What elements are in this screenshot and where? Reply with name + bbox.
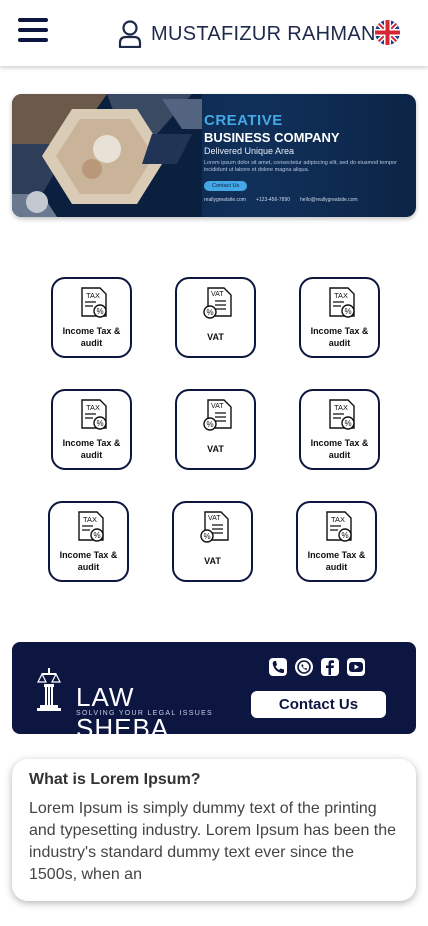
tax-document-icon: TAX % [329, 399, 355, 430]
svg-text:VAT: VAT [208, 515, 221, 522]
uk-flag-icon[interactable] [375, 20, 400, 45]
svg-text:%: % [207, 308, 214, 317]
banner-tagline: Delivered Unique Area [204, 146, 295, 156]
tax-document-icon: TAX % [81, 287, 107, 318]
vat-document-icon: VAT % [200, 511, 229, 543]
service-card[interactable]: VAT % VAT [172, 501, 253, 582]
svg-text:TAX: TAX [334, 403, 348, 412]
tax-document-icon: TAX % [81, 399, 107, 430]
svg-text:%: % [97, 307, 104, 316]
svg-text:TAX: TAX [331, 515, 345, 524]
svg-text:%: % [342, 531, 349, 540]
contact-us-button[interactable]: Contact Us [251, 691, 386, 718]
menu-bar [18, 28, 48, 32]
banner-email: hello@reallygreatsite.com [300, 197, 358, 203]
facebook-icon[interactable] [321, 658, 339, 676]
svg-text:VAT: VAT [211, 291, 224, 298]
tax-document-icon: TAX % [78, 511, 104, 542]
whatsapp-icon[interactable] [295, 658, 313, 676]
service-label: VAT [207, 444, 224, 454]
youtube-icon[interactable] [347, 658, 365, 676]
brand-strip: LAW SHEBA SOLVING YOUR LEGAL ISSUES Cont… [12, 642, 416, 743]
phone-icon[interactable] [269, 658, 287, 676]
service-label: VAT [204, 556, 221, 566]
svg-text:TAX: TAX [334, 291, 348, 300]
service-label: Income Tax & audit [59, 550, 118, 572]
banner-title: CREATIVE [204, 112, 283, 129]
svg-text:%: % [204, 532, 211, 541]
service-card[interactable]: TAX % Income Tax & audit [299, 389, 380, 470]
social-links [269, 658, 365, 676]
service-label: Income Tax & audit [310, 326, 369, 348]
user-name: MUSTAFIZUR RAHMAN [151, 22, 376, 45]
service-card[interactable]: TAX % Income Tax & audit [299, 277, 380, 358]
banner-phone: +123-456-7890 [255, 197, 291, 203]
service-card[interactable]: VAT % VAT [175, 277, 256, 358]
service-label: Income Tax & audit [62, 326, 121, 348]
service-card[interactable]: VAT % VAT [175, 389, 256, 470]
user-profile[interactable]: MUSTAFIZUR RAHMAN [118, 18, 376, 50]
svg-text:TAX: TAX [86, 403, 100, 412]
justice-pillar-icon [37, 668, 61, 711]
svg-text:%: % [94, 531, 101, 540]
svg-text:TAX: TAX [83, 515, 97, 524]
law-sheba-logo[interactable]: LAW SHEBA SOLVING YOUR LEGAL ISSUES [34, 664, 224, 743]
svg-text:%: % [345, 419, 352, 428]
promo-banner[interactable]: CREATIVE BUSINESS COMPANY Delivered Uniq… [12, 94, 416, 217]
vat-document-icon: VAT % [203, 287, 232, 319]
svg-text:%: % [97, 419, 104, 428]
vat-document-icon: VAT % [203, 399, 232, 431]
menu-bar [18, 18, 48, 22]
svg-text:%: % [207, 420, 214, 429]
service-card[interactable]: TAX % Income Tax & audit [51, 389, 132, 470]
info-body: Lorem Ipsum is simply dummy text of the … [29, 800, 397, 883]
menu-bar [18, 38, 48, 42]
banner-subtitle: BUSINESS COMPANY [204, 130, 340, 145]
top-header: MUSTAFIZUR RAHMAN [0, 0, 428, 66]
service-label: Income Tax & audit [307, 550, 366, 572]
svg-text:TAX: TAX [86, 291, 100, 300]
tax-document-icon: TAX % [326, 511, 352, 542]
info-card: What is Lorem Ipsum? Lorem Ipsum is simp… [12, 759, 416, 901]
hamburger-menu-button[interactable] [18, 18, 48, 46]
svg-text:%: % [345, 307, 352, 316]
service-card[interactable]: TAX % Income Tax & audit [296, 501, 377, 582]
tax-document-icon: TAX % [329, 287, 355, 318]
user-icon [118, 20, 142, 48]
service-label: VAT [207, 332, 224, 342]
service-card[interactable]: TAX % Income Tax & audit [51, 277, 132, 358]
banner-text-block: CREATIVE BUSINESS COMPANY Delivered Uniq… [204, 112, 409, 203]
svg-text:VAT: VAT [211, 403, 224, 410]
banner-website: reallygreatsite.com [204, 197, 246, 203]
banner-contact-button[interactable]: Contact Us [204, 181, 248, 191]
banner-contacts: reallygreatsite.com +123-456-7890 hello@… [204, 197, 409, 203]
service-label: Income Tax & audit [62, 438, 121, 460]
info-title: What is Lorem Ipsum? [29, 771, 201, 788]
banner-body: Lorem ipsum dolor sit amet, consectetur … [204, 160, 397, 173]
banner-collage-image [12, 94, 202, 217]
service-card[interactable]: TAX % Income Tax & audit [48, 501, 129, 582]
logo-tagline: SOLVING YOUR LEGAL ISSUES [76, 710, 214, 717]
service-label: Income Tax & audit [310, 438, 369, 460]
